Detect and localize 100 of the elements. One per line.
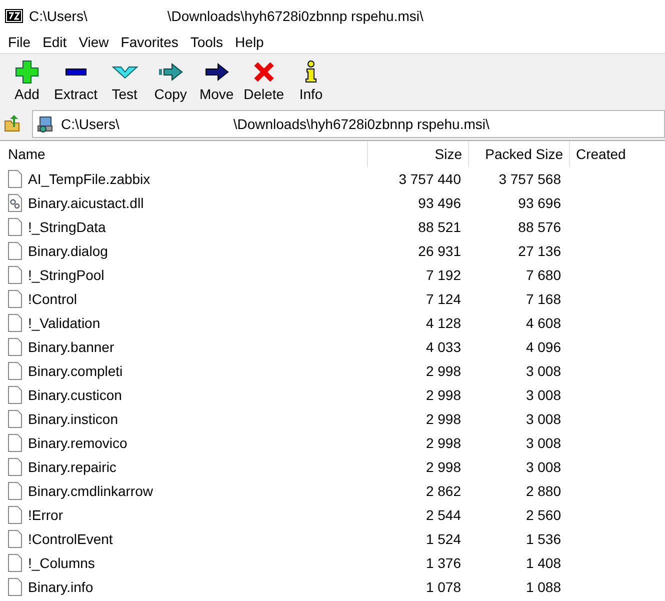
toolbar-button[interactable]: Copy <box>148 60 194 102</box>
toolbar-button[interactable]: Move <box>194 60 240 102</box>
toolbar-button[interactable]: Add <box>4 60 50 102</box>
column-header[interactable]: Name <box>0 141 368 167</box>
table-cell: 3 008 <box>526 459 561 475</box>
table-cell: 7 168 <box>526 291 561 307</box>
file-name[interactable]: !Error <box>28 507 63 523</box>
table-cell: 7 680 <box>526 267 561 283</box>
table-cell: 2 998 <box>426 387 461 403</box>
file-icon <box>8 530 22 548</box>
file-icon <box>8 578 22 596</box>
gear-file-icon <box>8 194 22 212</box>
menu-item[interactable]: Favorites <box>114 34 184 50</box>
file-name[interactable]: !_Validation <box>28 315 100 331</box>
column-header[interactable]: Packed Size <box>469 141 570 167</box>
file-name[interactable]: !ControlEvent <box>28 531 113 547</box>
file-icon <box>8 410 22 428</box>
table-cell: 4 033 <box>426 339 461 355</box>
installer-icon <box>37 115 55 133</box>
table-cell: 1 078 <box>426 579 461 595</box>
toolbar-button[interactable]: Info <box>288 60 334 102</box>
file-icon <box>8 554 22 572</box>
table-cell: 88 576 <box>518 219 561 235</box>
table-cell: 1 088 <box>526 579 561 595</box>
table-cell: 4 128 <box>426 315 461 331</box>
app-logo-icon <box>5 8 23 22</box>
table-cell: 3 008 <box>526 363 561 379</box>
table-cell: 2 560 <box>526 507 561 523</box>
table-cell: 3 757 440 <box>398 171 461 187</box>
column-header[interactable]: Size <box>368 141 469 167</box>
info-icon <box>304 60 318 84</box>
table-cell: 3 008 <box>526 435 561 451</box>
file-name[interactable]: Binary.custicon <box>28 387 122 403</box>
file-icon <box>8 458 22 476</box>
table-cell: 4 096 <box>526 339 561 355</box>
file-icon <box>8 266 22 284</box>
menu-item[interactable]: Help <box>229 34 270 50</box>
file-name[interactable]: Binary.aicustact.dll <box>28 195 144 211</box>
address-field[interactable]: C:\Users\ \Downloads\hyh6728i0zbnnp rspehu.msi\ <box>32 110 665 138</box>
table-cell: 27 136 <box>518 243 561 259</box>
file-name[interactable]: Binary.info <box>28 579 94 595</box>
file-name[interactable]: Binary.insticon <box>28 411 118 427</box>
file-icon <box>8 482 22 500</box>
table-cell: 2 998 <box>426 363 461 379</box>
file-icon <box>8 338 22 356</box>
file-icon <box>8 314 22 332</box>
toolbar-button[interactable]: Extract <box>50 60 102 102</box>
file-name[interactable]: Binary.completi <box>28 363 123 379</box>
delete-icon <box>252 60 276 84</box>
menu-item[interactable]: Tools <box>184 34 230 50</box>
table-cell: 88 521 <box>418 219 461 235</box>
minus-icon <box>64 68 87 76</box>
table-cell: 2 998 <box>426 411 461 427</box>
toolbar-button[interactable]: Delete <box>240 60 288 102</box>
file-icon <box>8 218 22 236</box>
table-cell: 2 544 <box>426 507 461 523</box>
file-name[interactable]: !Control <box>28 291 78 307</box>
table-cell: 1 536 <box>526 531 561 547</box>
table-cell: 7 124 <box>426 291 461 307</box>
arrow-icon <box>158 60 184 84</box>
file-name[interactable]: Binary.cmdlinkarrow <box>28 483 153 499</box>
file-icon <box>8 434 22 452</box>
file-name[interactable]: Binary.dialog <box>28 243 108 259</box>
file-name[interactable]: AI_TempFile.zabbix <box>28 171 150 187</box>
file-name[interactable]: Binary.repairic <box>28 459 116 475</box>
file-icon <box>8 242 22 260</box>
file-name[interactable]: Binary.banner <box>28 339 114 355</box>
file-icon <box>8 506 22 524</box>
table-cell: 2 998 <box>426 459 461 475</box>
table-cell: 3 757 568 <box>498 171 561 187</box>
table-cell: 2 880 <box>526 483 561 499</box>
toolbar-button[interactable]: Test <box>102 60 148 102</box>
table-cell: 1 408 <box>526 555 561 571</box>
table-cell: 4 608 <box>526 315 561 331</box>
window-title: \Downloads\hyh6728i0zbnnp rspehu.msi\ <box>167 8 424 24</box>
plus-icon <box>15 60 39 84</box>
column-header[interactable]: Created <box>570 141 665 167</box>
table-cell: 1 524 <box>426 531 461 547</box>
file-icon <box>8 386 22 404</box>
table-cell: 2 862 <box>426 483 461 499</box>
menu-item[interactable]: File <box>2 34 37 50</box>
file-name[interactable]: !_StringData <box>28 219 106 235</box>
file-icon <box>8 290 22 308</box>
arrow-icon <box>204 60 230 84</box>
table-cell: 7 192 <box>426 267 461 283</box>
file-name[interactable]: !_Columns <box>28 555 95 571</box>
menu-item[interactable]: Edit <box>36 34 73 50</box>
file-name[interactable]: !_StringPool <box>28 267 104 283</box>
file-icon <box>8 170 22 188</box>
table-cell: 26 931 <box>418 243 461 259</box>
table-cell: 3 008 <box>526 411 561 427</box>
file-icon <box>8 362 22 380</box>
folder-up-icon[interactable] <box>4 115 22 133</box>
table-cell: 93 496 <box>418 195 461 211</box>
file-name[interactable]: Binary.removico <box>28 435 128 451</box>
table-cell: 3 008 <box>526 387 561 403</box>
table-cell: 2 998 <box>426 435 461 451</box>
table-cell: 1 376 <box>426 555 461 571</box>
table-cell: 93 696 <box>518 195 561 211</box>
menu-item[interactable]: View <box>72 34 115 50</box>
